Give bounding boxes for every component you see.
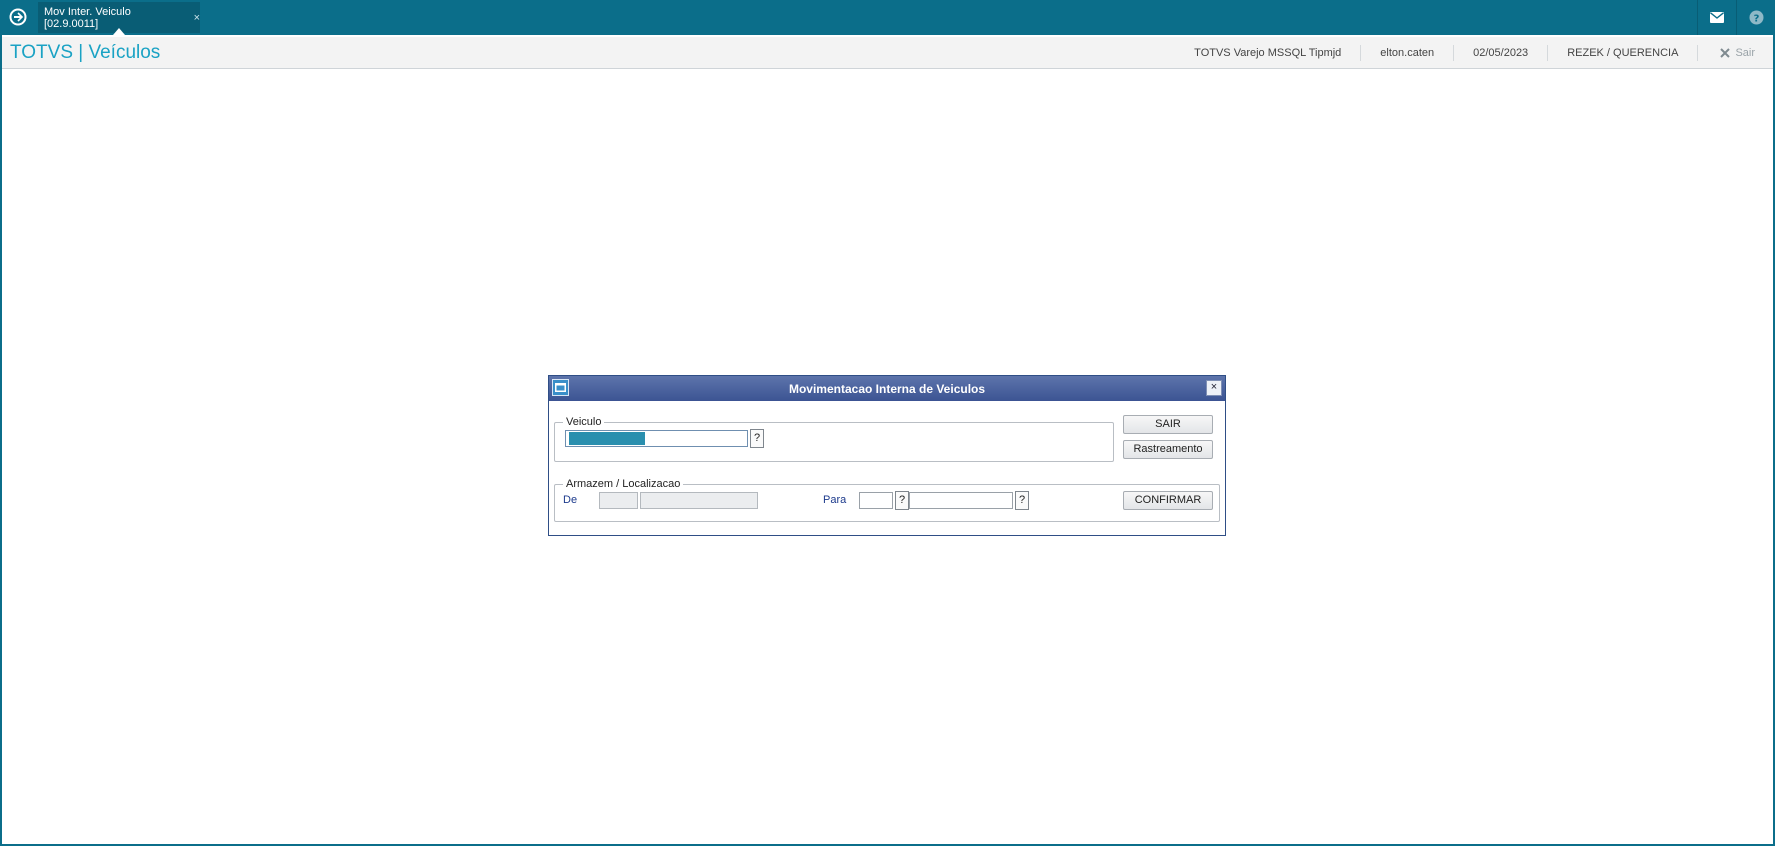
veiculo-lookup-button[interactable]: ?	[750, 429, 764, 448]
exit-label: Sair	[1735, 46, 1755, 59]
para-label: Para	[823, 494, 847, 506]
confirmar-button[interactable]: CONFIRMAR	[1123, 491, 1213, 510]
de-label: De	[563, 494, 578, 506]
close-icon	[1720, 47, 1731, 58]
svg-text:?: ?	[1753, 14, 1759, 25]
movimentacao-dialog: Movimentacao Interna de Veiculos × Veicu…	[548, 375, 1226, 536]
para-localizacao-lookup-button[interactable]: ?	[1015, 491, 1029, 510]
tab-label: Mov Inter. Veiculo [02.9.0011]	[44, 5, 131, 30]
tab-close-icon[interactable]: ×	[194, 12, 200, 24]
branch-label: REZEK / QUERENCIA	[1547, 44, 1697, 61]
dialog-close-icon[interactable]: ×	[1206, 380, 1222, 396]
dialog-title: Movimentacao Interna de Veiculos	[788, 381, 986, 396]
armazem-legend: Armazem / Localizacao	[566, 478, 681, 490]
de-localizacao-input	[640, 492, 758, 509]
active-tab-indicator	[113, 28, 125, 35]
window-icon	[552, 379, 569, 396]
header-info: TOTVS Varejo MSSQL Tipmjd elton.caten 02…	[1175, 37, 1773, 68]
mail-icon[interactable]	[1697, 0, 1736, 35]
top-icons: ?	[1697, 0, 1775, 35]
environment-label: TOTVS Varejo MSSQL Tipmjd	[1194, 46, 1342, 59]
para-armazem-lookup-button[interactable]: ?	[895, 491, 909, 510]
exit-button[interactable]: Sair	[1697, 44, 1773, 61]
veiculo-legend: Veiculo	[566, 416, 602, 428]
user-label: elton.caten	[1360, 44, 1453, 61]
para-armazem-input[interactable]	[859, 492, 893, 509]
dialog-titlebar[interactable]: Movimentacao Interna de Veiculos	[549, 376, 1225, 401]
de-armazem-input	[599, 492, 638, 509]
help-icon[interactable]: ?	[1736, 0, 1775, 35]
app-header: TOTVS | Veículos TOTVS Varejo MSSQL Tipm…	[2, 35, 1773, 69]
date-label: 02/05/2023	[1453, 44, 1547, 61]
totvs-logo-icon[interactable]	[9, 8, 27, 26]
veiculo-input[interactable]	[565, 430, 748, 447]
rastreamento-button[interactable]: Rastreamento	[1123, 440, 1213, 459]
text-selection	[569, 432, 645, 445]
para-localizacao-input[interactable]	[909, 492, 1013, 509]
top-bar: Mov Inter. Veiculo [02.9.0011] × ?	[0, 0, 1775, 35]
sair-button[interactable]: SAIR	[1123, 415, 1213, 434]
page-title: TOTVS | Veículos	[10, 42, 161, 63]
